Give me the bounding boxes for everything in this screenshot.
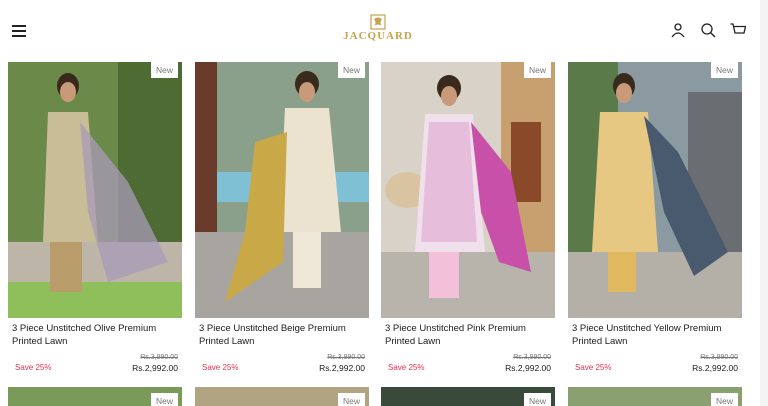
brand-logo[interactable]: JACQUARD — [340, 14, 416, 48]
original-price: Rs.3,990.00 — [700, 354, 738, 361]
product-title[interactable]: 3 Piece Unstitched Olive Premium Printed… — [8, 323, 182, 349]
new-badge: New — [523, 393, 551, 406]
original-price: Rs.3,990.00 — [327, 354, 365, 361]
product-image[interactable]: New — [381, 387, 555, 406]
original-price: Rs.3,990.00 — [513, 354, 551, 361]
new-badge: New — [523, 62, 551, 78]
sale-label: Save 25% — [388, 363, 425, 372]
site-header: JACQUARD — [0, 0, 768, 62]
account-icon[interactable] — [670, 22, 686, 38]
product-image[interactable]: New — [568, 62, 742, 318]
search-icon[interactable] — [700, 22, 716, 38]
product-image[interactable]: New — [568, 387, 742, 406]
new-badge: New — [337, 393, 365, 406]
hamburger-menu-icon[interactable] — [12, 25, 26, 37]
product-card[interactable]: New 3 Piece Unstitched Yellow Premium Pr… — [568, 62, 742, 377]
sale-label: Save 25% — [575, 363, 612, 372]
new-badge: New — [150, 62, 178, 78]
sale-label: Save 25% — [202, 363, 239, 372]
logo-mark-icon — [370, 14, 386, 30]
new-badge: New — [337, 62, 365, 78]
sale-price: Rs.2,992.00 — [692, 363, 738, 373]
product-title[interactable]: 3 Piece Unstitched Beige Premium Printed… — [195, 323, 369, 349]
product-image[interactable]: New — [195, 62, 369, 318]
scrollbar[interactable] — [760, 0, 768, 406]
product-card[interactable]: New 3 Piece Unstitched Pink Premium Prin… — [381, 62, 555, 377]
new-badge: New — [710, 62, 738, 78]
product-title[interactable]: 3 Piece Unstitched Pink Premium Printed … — [381, 323, 555, 349]
new-badge: New — [710, 393, 738, 406]
product-image[interactable]: New — [381, 62, 555, 318]
new-badge: New — [150, 393, 178, 406]
sale-price: Rs.2,992.00 — [132, 363, 178, 373]
sale-price: Rs.2,992.00 — [319, 363, 365, 373]
product-card[interactable]: New 3 Piece Unstitched Beige Premium Pri… — [195, 62, 369, 377]
product-image[interactable]: New — [8, 62, 182, 318]
cart-icon[interactable] — [730, 22, 746, 38]
product-image[interactable]: New — [195, 387, 369, 406]
original-price: Rs.3,990.00 — [140, 354, 178, 361]
sale-price: Rs.2,992.00 — [505, 363, 551, 373]
product-image[interactable]: New — [8, 387, 182, 406]
product-card[interactable]: New 3 Piece Unstitched Olive Premium Pri… — [8, 62, 182, 377]
sale-label: Save 25% — [15, 363, 52, 372]
product-title[interactable]: 3 Piece Unstitched Yellow Premium Printe… — [568, 323, 742, 349]
logo-text: JACQUARD — [343, 30, 413, 42]
